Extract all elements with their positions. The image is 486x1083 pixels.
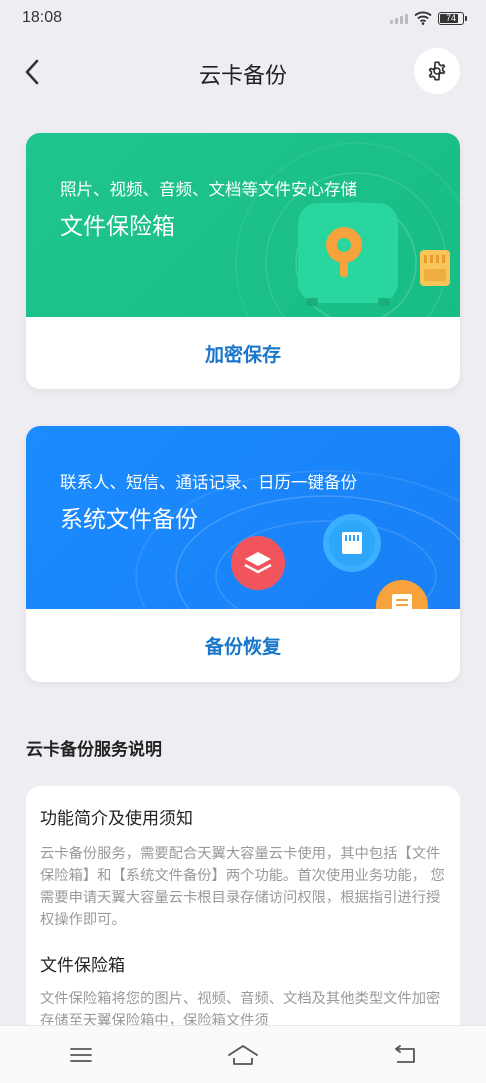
system-backup-card[interactable]: 联系人、短信、通话记录、日历一键备份 系统文件备份 备份恢复	[26, 426, 460, 682]
system-backup-banner: 联系人、短信、通话记录、日历一键备份 系统文件备份	[26, 426, 460, 609]
page-title: 云卡备份	[198, 64, 287, 89]
status-bar: 18:08 74	[0, 0, 486, 38]
menu-nav-button[interactable]	[51, 1035, 111, 1075]
header: 云卡备份	[0, 40, 486, 104]
file-vault-banner: 照片、视频、音频、文档等文件安心存储 文件保险箱	[26, 133, 460, 317]
menu-icon	[70, 1047, 92, 1062]
section-title: 云卡备份服务说明	[26, 740, 162, 760]
status-icons: 74	[390, 11, 467, 25]
status-time: 18:08	[22, 9, 63, 26]
home-icon	[228, 1044, 258, 1065]
battery-icon: 74	[438, 11, 467, 25]
battery-level: 74	[445, 12, 456, 23]
info-heading: 功能简介及使用须知	[40, 809, 193, 829]
info-heading-vault: 文件保险箱	[40, 956, 125, 976]
info-text: 云卡备份服务，需要配合天翼大容量云卡使用，其中包括【文件保险箱】和【系统文件备份…	[40, 846, 445, 928]
gear-icon	[428, 61, 446, 81]
settings-button[interactable]	[414, 48, 460, 94]
home-nav-button[interactable]	[213, 1035, 273, 1075]
backup-restore-button[interactable]: 备份恢复	[26, 609, 460, 682]
back-arrow-icon	[395, 1044, 415, 1063]
system-backup-title: 系统文件备份	[60, 507, 198, 533]
system-nav-bar	[0, 1025, 486, 1083]
system-backup-subtitle: 联系人、短信、通话记录、日历一键备份	[60, 473, 357, 492]
wifi-icon	[414, 11, 432, 25]
file-vault-subtitle: 照片、视频、音频、文档等文件安心存储	[60, 180, 357, 199]
encrypt-save-button[interactable]: 加密保存	[26, 317, 460, 389]
back-nav-button[interactable]	[375, 1035, 435, 1075]
file-vault-title: 文件保险箱	[60, 214, 175, 240]
file-vault-card[interactable]: 照片、视频、音频、文档等文件安心存储 文件保险箱 加密保存	[26, 133, 460, 389]
signal-icon	[390, 12, 408, 24]
